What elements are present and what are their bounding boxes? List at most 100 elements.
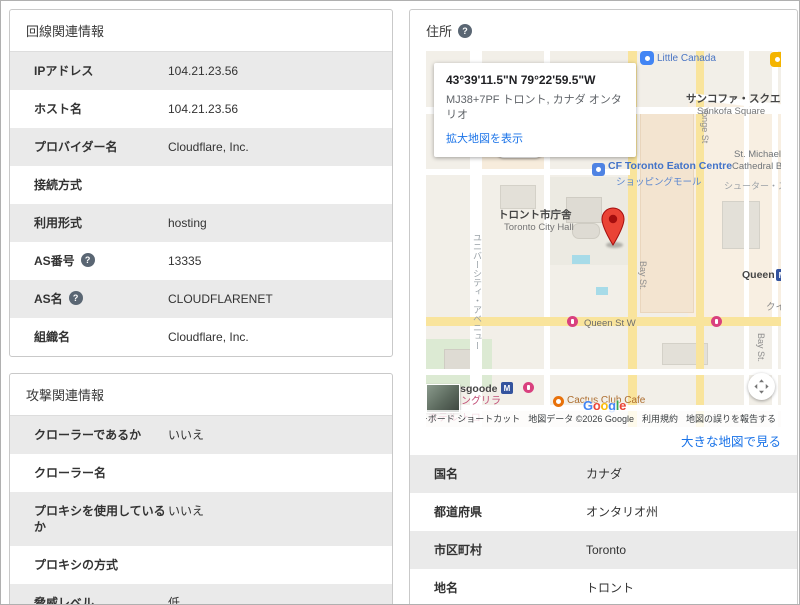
row-label: 利用形式 — [34, 216, 83, 230]
row-label-text: AS名 — [34, 292, 63, 306]
street-view-thumbnail[interactable] — [426, 384, 460, 413]
map-pool — [596, 287, 608, 295]
streetcar-stop-icon[interactable] — [567, 316, 578, 327]
table-row: 地名 トロント — [410, 569, 797, 604]
row-value: 低 — [168, 596, 181, 605]
row-label: クローラーであるか — [34, 428, 142, 442]
row-label: プロキシの方式 — [34, 558, 119, 572]
road-label-yonge-st: Yonge St — [700, 107, 710, 144]
map-eaton-centre-building — [640, 113, 694, 313]
line-info-title: 回線関連情報 — [10, 10, 392, 52]
row-value: Cloudflare, Inc. — [168, 140, 249, 154]
row-value: 13335 — [168, 254, 202, 268]
table-row: ホスト名 104.21.23.56 — [10, 90, 392, 128]
report-map-error-link[interactable]: 地図の誤りを報告する — [686, 412, 776, 425]
road-label-university-avenue: ユニバーシティ・アベニュー — [472, 233, 482, 350]
address-title-row: 住所 ? — [410, 10, 797, 51]
address-title: 住所 — [426, 24, 453, 39]
help-icon[interactable]: ? — [68, 291, 83, 305]
ip-info-page: 回線関連情報 IPアドレス 104.21.23.56 ホスト名 104.21.23.… — [0, 0, 800, 605]
table-row: 市区町村 Toronto — [410, 531, 797, 569]
row-label: ホスト名 — [34, 102, 83, 116]
restaurant-icon[interactable] — [770, 52, 781, 67]
table-row: 利用形式 hosting — [10, 204, 392, 242]
left-column: 回線関連情報 IPアドレス 104.21.23.56 ホスト名 104.21.23.… — [9, 9, 393, 605]
row-value: CLOUDFLARENET — [168, 292, 273, 306]
row-label: IPアドレス — [34, 64, 94, 78]
pan-arrows-icon — [754, 379, 769, 394]
row-value: 104.21.23.56 — [168, 102, 239, 116]
line-info-table: IPアドレス 104.21.23.56 ホスト名 104.21.23.56 プロバイ… — [10, 52, 392, 356]
right-column: 住所 ? Little Canada サンコファ・スクエア Sankofa Sq… — [409, 9, 798, 604]
map-pin[interactable] — [600, 207, 626, 252]
map-data-attribution: 地図データ ©2026 Google — [528, 414, 634, 424]
poi-label-st-michaels-1: St. Michael's — [734, 149, 781, 160]
poi-label-eaton-centre: CF Toronto Eaton Centre — [608, 160, 733, 172]
attack-info-title: 攻撃関連情報 — [10, 374, 392, 416]
table-row: 接続方式 — [10, 166, 392, 204]
row-label: プロキシを使用しているか — [34, 504, 166, 534]
shopping-mall-icon[interactable] — [592, 163, 605, 176]
poi-label-hotel-1: ングリラ — [461, 396, 501, 407]
row-label: AS番号? — [34, 253, 168, 269]
metro-station-icon[interactable]: M — [501, 382, 513, 394]
address-table: 国名 カナダ 都道府県 オンタリオ州 市区町村 Toronto 地名 トロント — [410, 455, 797, 604]
row-label: 国名 — [434, 467, 459, 481]
metro-station-icon[interactable]: M — [776, 269, 781, 281]
row-value: オンタリオ州 — [586, 505, 659, 519]
table-row: AS番号? 13335 — [10, 242, 392, 280]
table-row: クローラー名 — [10, 454, 392, 492]
poi-label-little-canada: Little Canada — [657, 53, 716, 64]
streetcar-stop-icon[interactable] — [523, 382, 534, 393]
row-value: Toronto — [586, 543, 627, 557]
map-attribution-bar: キーボード ショートカット 地図データ ©2026 Google 利用規約 地図… — [426, 410, 781, 427]
map-address: MJ38+7PF トロント, カナダ オンタリオ — [446, 94, 622, 122]
row-label: 脅威レベル — [34, 596, 95, 605]
address-panel: 住所 ? Little Canada サンコファ・スクエア Sankofa Sq… — [409, 9, 798, 604]
map-info-card: 43°39'11.5"N 79°22'59.5"W MJ38+7PF トロント,… — [434, 63, 636, 157]
streetcar-stop-icon[interactable] — [711, 316, 722, 327]
road-label-queen-st-w: Queen St W — [584, 318, 636, 329]
help-icon[interactable]: ? — [80, 253, 95, 267]
table-row: 国名 カナダ — [410, 455, 797, 493]
row-label: 市区町村 — [434, 543, 483, 557]
row-value: カナダ — [586, 467, 623, 481]
row-label: 地名 — [434, 581, 459, 595]
row-value — [168, 177, 376, 193]
restaurant-icon[interactable] — [553, 396, 564, 407]
poi-label-eaton-sub: ショッピングモール — [616, 177, 702, 188]
poi-label-city-hall-jp: トロント市庁舎 — [498, 209, 572, 221]
view-larger-map-link[interactable]: 大きな地図で見る — [410, 427, 797, 455]
line-info-panel: 回線関連情報 IPアドレス 104.21.23.56 ホスト名 104.21.23.… — [9, 9, 393, 357]
map-pool — [572, 255, 590, 264]
road-label-queen-kana: クイーン・ス — [766, 302, 781, 313]
table-row: 脅威レベル 低 — [10, 584, 392, 605]
attack-info-panel: 攻撃関連情報 クローラーであるか いいえ クローラー名 プロキシを使用しているかい… — [9, 373, 393, 605]
road-label-shuter: シューター・ストリート — [724, 181, 781, 191]
poi-label-st-michaels-2: Cathedral Basilica — [732, 161, 781, 172]
row-label: プロバイダー名 — [34, 140, 118, 154]
help-icon[interactable]: ? — [458, 23, 473, 38]
poi-label-city-hall-en: Toronto City Hall — [504, 222, 574, 233]
google-map[interactable]: Little Canada サンコファ・スクエア Sankofa Square … — [426, 51, 781, 427]
terms-link[interactable]: 利用規約 — [642, 412, 678, 425]
row-label-text: AS番号 — [34, 254, 75, 268]
row-label: AS名? — [34, 291, 168, 307]
row-value: いいえ — [168, 428, 205, 442]
enlarge-map-link[interactable]: 拡大地図を表示 — [446, 130, 523, 146]
poi-label-sankofa-jp: サンコファ・スクエア — [686, 93, 781, 105]
table-row: プロキシを使用しているか いいえ — [10, 492, 392, 546]
row-value: hosting — [168, 216, 207, 230]
keyboard-shortcuts-link[interactable]: キーボード ショートカット — [426, 412, 520, 425]
row-label: クローラー名 — [34, 466, 107, 480]
road-label-bay-st: Bay St. — [756, 333, 766, 363]
row-value: トロント — [586, 581, 635, 595]
row-value: 104.21.23.56 — [168, 64, 239, 78]
table-row: プロバイダー名 Cloudflare, Inc. — [10, 128, 392, 166]
map-pin-icon — [601, 207, 625, 246]
road — [426, 369, 781, 375]
pan-control[interactable] — [748, 373, 775, 400]
row-label: 都道府県 — [434, 505, 483, 519]
row-label: 接続方式 — [34, 178, 83, 192]
attraction-icon[interactable] — [640, 51, 654, 65]
